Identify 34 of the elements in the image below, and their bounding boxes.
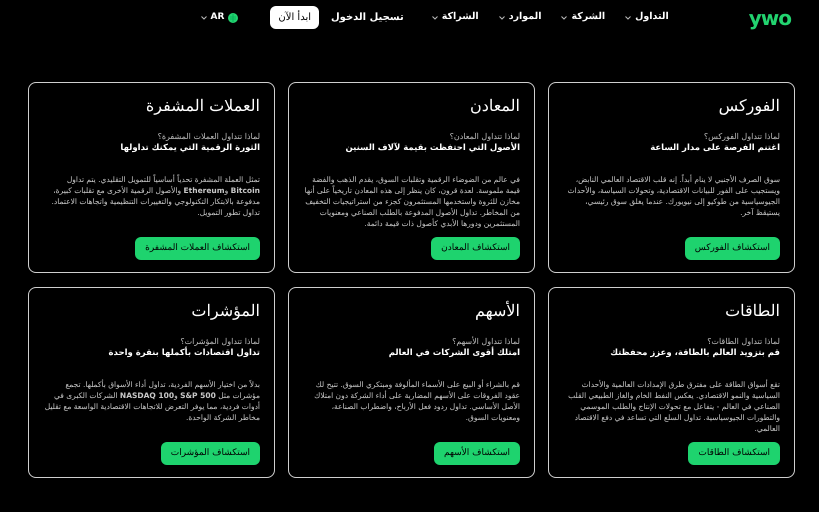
card-tagline: تداول اقتصادات بأكملها بنقرة واحدة [108, 347, 260, 359]
card-tagline: الثورة الرقمية التي يمكنك تداولها [119, 142, 260, 154]
nav-menu-item[interactable]: الموارد [498, 10, 542, 25]
card-question: لماذا تتداول الفوركس؟ [702, 131, 780, 142]
card-title: العملات المشفرة [144, 95, 260, 117]
card-question: لماذا تتداول المعادن؟ [448, 131, 520, 142]
card-title: الطاقات [724, 300, 780, 322]
card-title: المؤشرات [190, 300, 260, 322]
globe-icon [228, 12, 238, 22]
card-tagline: الأصول التي احتفظت بقيمة لآلاف السنين [344, 142, 520, 154]
card-tagline: اغتنم الفرصة على مدار الساعة [649, 142, 780, 154]
explore-button[interactable]: استكشاف العملات المشفرة [135, 237, 260, 260]
card-question: لماذا تتداول العملات المشفرة؟ [156, 131, 260, 142]
explore-button[interactable]: استكشاف الفوركس [684, 237, 780, 260]
explore-button[interactable]: استكشاف المعادن [431, 237, 520, 260]
login-link[interactable]: تسجيل الدخول [331, 10, 404, 25]
card-tagline: قم بتزويد العالم بالطاقة، وعزز محفظتك [609, 347, 780, 359]
chevron-icon [200, 16, 206, 20]
nav-menu-item[interactable]: التداول [625, 10, 669, 25]
language-selector[interactable]: AR [200, 10, 238, 24]
card-title: الفوركس [718, 95, 780, 117]
card-tagline: امتلك أقوى الشركات في العالم [388, 347, 520, 359]
card-title: الأسهم [474, 300, 520, 322]
explore-button[interactable]: استكشاف الطاقات [688, 442, 780, 465]
card-question: لماذا تتداول المؤشرات؟ [179, 336, 260, 346]
card-question: لماذا تتداول الطاقات؟ [706, 336, 780, 347]
logo[interactable]: ywo [748, 2, 791, 32]
nav-menu-item[interactable]: الشركة [561, 10, 606, 25]
nav-menu-item[interactable]: الشراكة [432, 10, 479, 25]
start-button[interactable]: ابدأ الآن [270, 6, 319, 29]
card-question: لماذا تتداول الأسهم؟ [451, 336, 520, 346]
explore-button[interactable]: استكشاف الأسهم [434, 442, 520, 465]
explore-button[interactable]: استكشاف المؤشرات [160, 442, 260, 465]
card-title: المعادن [468, 95, 520, 117]
